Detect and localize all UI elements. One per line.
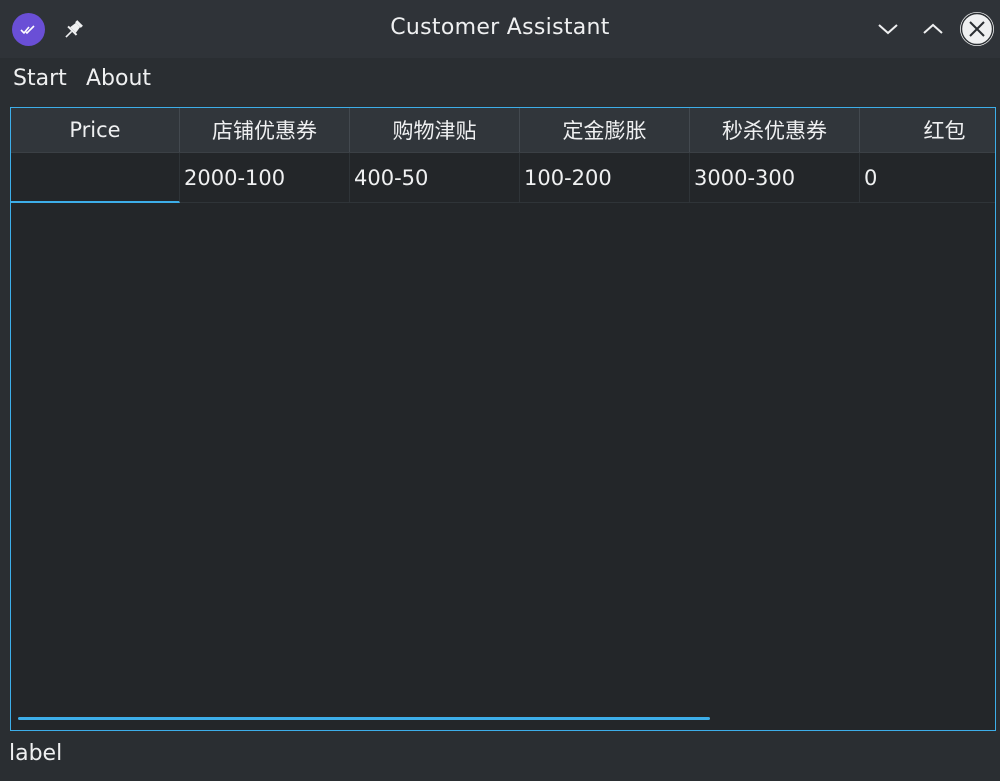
red-packet-cell[interactable]: 0 <box>860 153 995 203</box>
menu-bar: Start About <box>0 58 1000 102</box>
price-cell[interactable] <box>11 153 180 203</box>
window-title: Customer Assistant <box>390 15 610 40</box>
main-window: Customer Assistant Start About Price 店铺优… <box>0 0 1000 781</box>
flash-sale-coupon-cell[interactable]: 3000-300 <box>690 153 860 203</box>
column-header-shopping-allowance[interactable]: 购物津贴 <box>350 108 520 152</box>
deposit-expansion-cell[interactable]: 100-200 <box>520 153 690 203</box>
close-button[interactable] <box>960 12 994 46</box>
status-label: label <box>9 741 63 766</box>
horizontal-scrollbar[interactable] <box>18 717 710 720</box>
chevron-down-icon <box>878 24 898 35</box>
column-header-red-packet[interactable]: 红包 <box>860 108 995 152</box>
column-header-price[interactable]: Price <box>11 108 180 152</box>
maximize-button[interactable] <box>918 14 948 44</box>
store-coupon-cell[interactable]: 2000-100 <box>180 153 350 203</box>
chevron-up-icon <box>923 23 943 34</box>
shopping-allowance-cell[interactable]: 400-50 <box>350 153 520 203</box>
table-header: Price 店铺优惠券 购物津贴 定金膨胀 秒杀优惠券 红包 <box>11 108 995 153</box>
column-header-store-coupon[interactable]: 店铺优惠券 <box>180 108 350 152</box>
menu-about[interactable]: About <box>86 66 151 91</box>
minimize-button[interactable] <box>873 14 903 44</box>
coupon-table[interactable]: Price 店铺优惠券 购物津贴 定金膨胀 秒杀优惠券 红包 2000-100 … <box>10 107 996 731</box>
close-icon <box>960 12 994 46</box>
column-header-deposit-expansion[interactable]: 定金膨胀 <box>520 108 690 152</box>
column-header-flash-sale-coupon[interactable]: 秒杀优惠券 <box>690 108 860 152</box>
table-row: 2000-100 400-50 100-200 3000-300 0 <box>11 153 995 203</box>
title-bar[interactable]: Customer Assistant <box>0 0 1000 58</box>
menu-start[interactable]: Start <box>13 66 67 91</box>
